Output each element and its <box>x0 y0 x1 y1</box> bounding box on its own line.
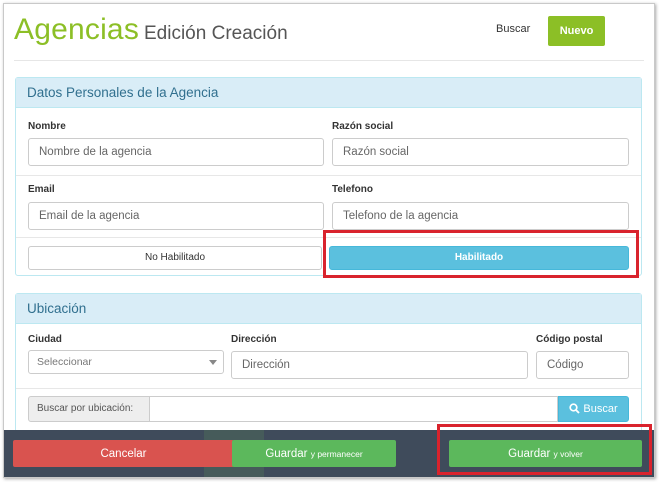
personal-data-panel: Datos Personales de la Agencia Nombre Ra… <box>15 77 642 276</box>
razon-social-input[interactable] <box>332 138 629 166</box>
cancel-button-label: Cancelar <box>100 447 147 460</box>
search-location-input[interactable] <box>150 396 558 422</box>
ciudad-label: Ciudad <box>28 334 62 345</box>
personal-panel-heading: Datos Personales de la Agencia <box>16 78 641 108</box>
codigo-postal-input[interactable] <box>536 351 629 379</box>
save-and-return-button[interactable]: Guardar y volver <box>449 440 642 467</box>
direccion-label: Dirección <box>231 334 277 345</box>
app-window: Agencias Edición Creación Buscar Nuevo D… <box>3 3 655 478</box>
buscar-link[interactable]: Buscar <box>496 23 530 35</box>
search-icon <box>569 403 581 414</box>
action-bar: Cancelar Guardar y permanecer Guardar y … <box>4 430 654 477</box>
panel-divider <box>16 175 641 176</box>
search-location-button[interactable]: Buscar <box>558 396 629 422</box>
telefono-input[interactable] <box>332 202 629 230</box>
header-divider <box>14 60 644 61</box>
location-panel-heading: Ubicación <box>16 294 641 324</box>
location-panel: Ubicación Ciudad Seleccionar Dirección C… <box>15 293 642 433</box>
page-subtitle: Edición Creación <box>144 23 288 44</box>
no-habilitado-toggle[interactable]: No Habilitado <box>28 246 322 270</box>
habilitado-toggle[interactable]: Habilitado <box>329 246 629 270</box>
nombre-label: Nombre <box>28 121 66 132</box>
panel-divider <box>16 237 641 238</box>
save-back-suffix: y volver <box>553 448 583 459</box>
telefono-label: Telefono <box>332 184 373 195</box>
ciudad-select[interactable]: Seleccionar <box>28 350 224 374</box>
page-header: Agencias Edición Creación Buscar Nuevo <box>4 4 654 60</box>
save-stay-label: Guardar <box>265 447 308 460</box>
email-input[interactable] <box>28 202 324 230</box>
email-label: Email <box>28 184 55 195</box>
nuevo-button[interactable]: Nuevo <box>548 16 605 46</box>
codigo-postal-label: Código postal <box>536 334 603 345</box>
search-location-addon: Buscar por ubicación: <box>28 396 150 422</box>
panel-divider <box>16 388 641 389</box>
save-stay-suffix: y permanecer <box>310 448 363 459</box>
page-title: Agencias <box>14 13 140 46</box>
save-back-label: Guardar <box>508 447 551 460</box>
save-and-stay-button[interactable]: Guardar y permanecer <box>232 440 396 467</box>
cancel-button[interactable]: Cancelar <box>13 440 234 467</box>
razon-social-label: Razón social <box>332 121 394 132</box>
ciudad-select-value: Seleccionar <box>37 356 92 368</box>
search-location-button-label: Buscar <box>583 403 618 415</box>
nombre-input[interactable] <box>28 138 324 166</box>
chevron-down-icon <box>209 360 217 365</box>
direccion-input[interactable] <box>231 351 528 379</box>
